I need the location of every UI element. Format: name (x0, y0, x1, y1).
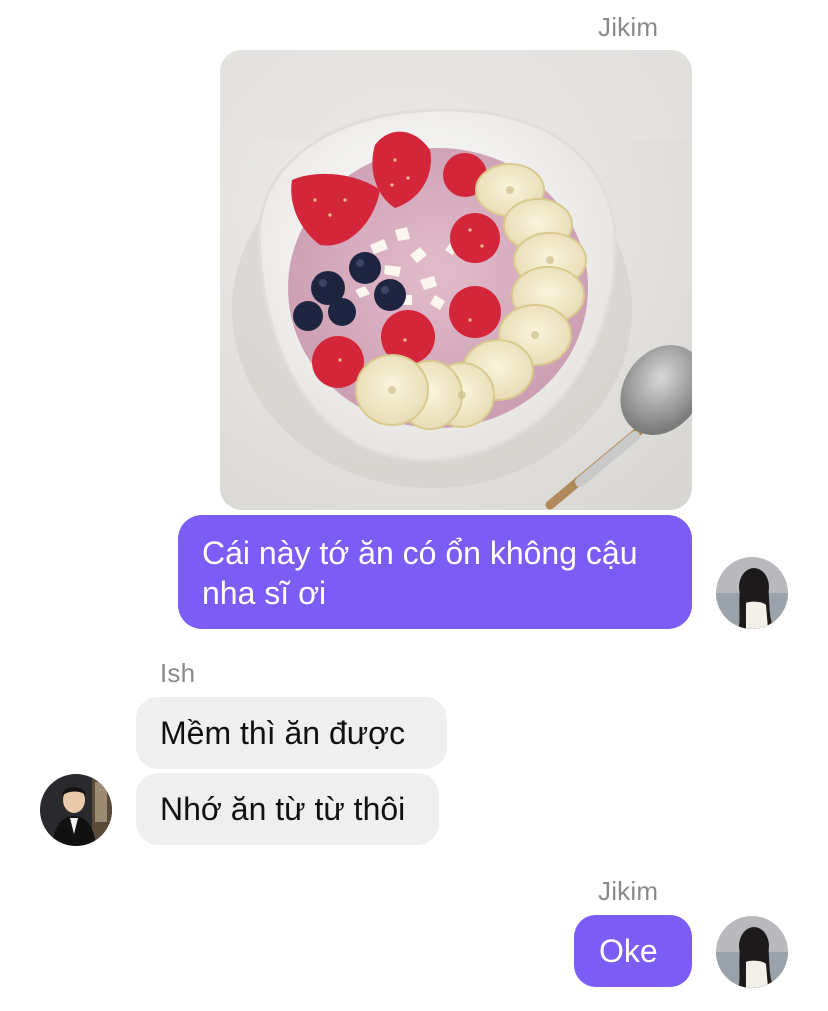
message-text: Mềm thì ăn được (160, 715, 406, 751)
message-text: Oke (599, 933, 658, 969)
smoothie-bowl-photo[interactable] (220, 50, 692, 510)
message-bubble-incoming[interactable]: Mềm thì ăn được (136, 697, 447, 769)
sender-label-jikim: Jikim (598, 12, 659, 42)
avatar-girl-icon[interactable] (716, 557, 788, 629)
message-bubble-incoming[interactable]: Nhớ ăn từ từ thôi (136, 773, 439, 845)
sender-label-ish: Ish (160, 658, 196, 688)
message-text-line1: Cái này tớ ăn có ổn không cậu (202, 535, 638, 571)
message-text-line2: nha sĩ ơi (202, 575, 327, 611)
chat-thread: Jikim Cái này tớ ăn có ổn không cậu nha … (0, 0, 828, 1011)
message-bubble-outgoing[interactable]: Cái này tớ ăn có ổn không cậu nha sĩ ơi (178, 515, 692, 629)
sender-label-jikim: Jikim (598, 876, 659, 906)
message-text: Nhớ ăn từ từ thôi (160, 791, 406, 827)
avatar-girl-icon[interactable] (716, 916, 788, 988)
avatar-boy-icon[interactable] (40, 774, 112, 846)
message-bubble-outgoing[interactable]: Oke (574, 915, 692, 987)
